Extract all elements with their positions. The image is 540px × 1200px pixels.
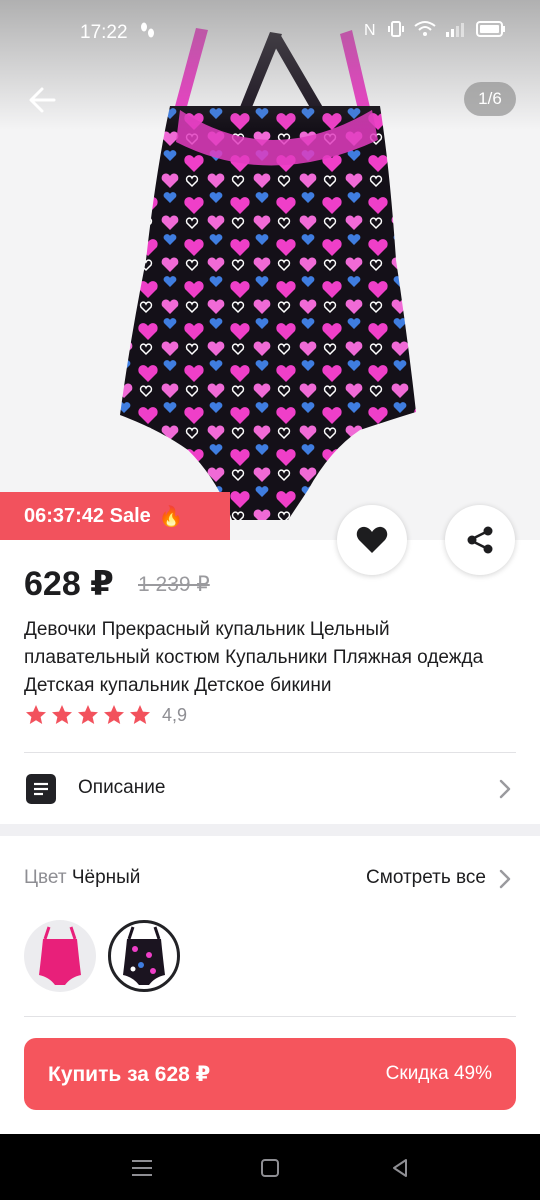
status-icons: N [364, 20, 506, 38]
color-option-black[interactable] [108, 920, 180, 992]
status-bar: 17:22 N [0, 0, 540, 64]
buy-button-label: Купить за 628 ₽ [48, 1062, 211, 1086]
current-price: 628 ₽ [24, 565, 114, 603]
color-label: Цвет Чёрный [24, 867, 140, 889]
heart-icon [356, 526, 388, 553]
battery-icon [476, 21, 505, 37]
chevron-right-icon [499, 869, 511, 889]
menu-icon[interactable] [128, 1154, 156, 1182]
selected-color: Чёрный [71, 867, 141, 888]
svg-text:N: N [364, 22, 376, 38]
buy-button[interactable]: Купить за 628 ₽ Скидка 49% [24, 1038, 516, 1110]
wifi-icon [414, 21, 436, 36]
chevron-right-icon [499, 779, 511, 799]
old-price: 1 239 ₽ [138, 573, 210, 596]
swimsuit-thumbnail [123, 926, 165, 985]
product-title: Девочки Прекрасный купальник Цельный пла… [24, 619, 484, 696]
divider [24, 752, 516, 753]
color-option-pink[interactable] [24, 920, 96, 992]
back-triangle-icon[interactable] [386, 1154, 414, 1182]
system-navigation-bar [0, 1134, 540, 1200]
signal-icon [446, 23, 464, 37]
rating-value: 4,9 [162, 704, 188, 725]
star-icon [52, 705, 72, 724]
section-separator [0, 824, 540, 836]
document-icon [26, 774, 56, 804]
back-button[interactable] [24, 80, 64, 120]
vibrate-icon [388, 21, 404, 37]
sale-countdown-banner: 06:37:42 Sale 🔥 [0, 492, 230, 540]
sale-countdown-text: 06:37:42 Sale [24, 504, 151, 527]
home-icon[interactable] [256, 1154, 284, 1182]
footsteps-icon [140, 22, 156, 45]
fire-icon: 🔥 [158, 505, 184, 528]
favorite-button[interactable] [337, 505, 407, 575]
description-label: Описание [78, 777, 166, 798]
share-button[interactable] [445, 505, 515, 575]
arrow-left-icon [29, 87, 56, 113]
image-counter: 1/6 [464, 82, 516, 116]
view-all-colors-link[interactable]: Смотреть все [366, 867, 486, 889]
product-rating[interactable]: 4,9 [24, 703, 187, 727]
discount-label: Скидка 49% [385, 1063, 492, 1084]
divider [24, 1016, 516, 1017]
star-icon [104, 705, 124, 724]
star-icon [26, 705, 46, 724]
share-icon [467, 526, 493, 554]
star-icon [130, 705, 150, 724]
color-label-text: Цвет [24, 867, 67, 888]
swimsuit-thumbnail [39, 926, 81, 985]
status-time: 17:22 [80, 22, 128, 43]
star-icon [78, 705, 98, 724]
nfc-icon: N [364, 22, 376, 38]
description-row[interactable]: Описание [0, 754, 540, 822]
